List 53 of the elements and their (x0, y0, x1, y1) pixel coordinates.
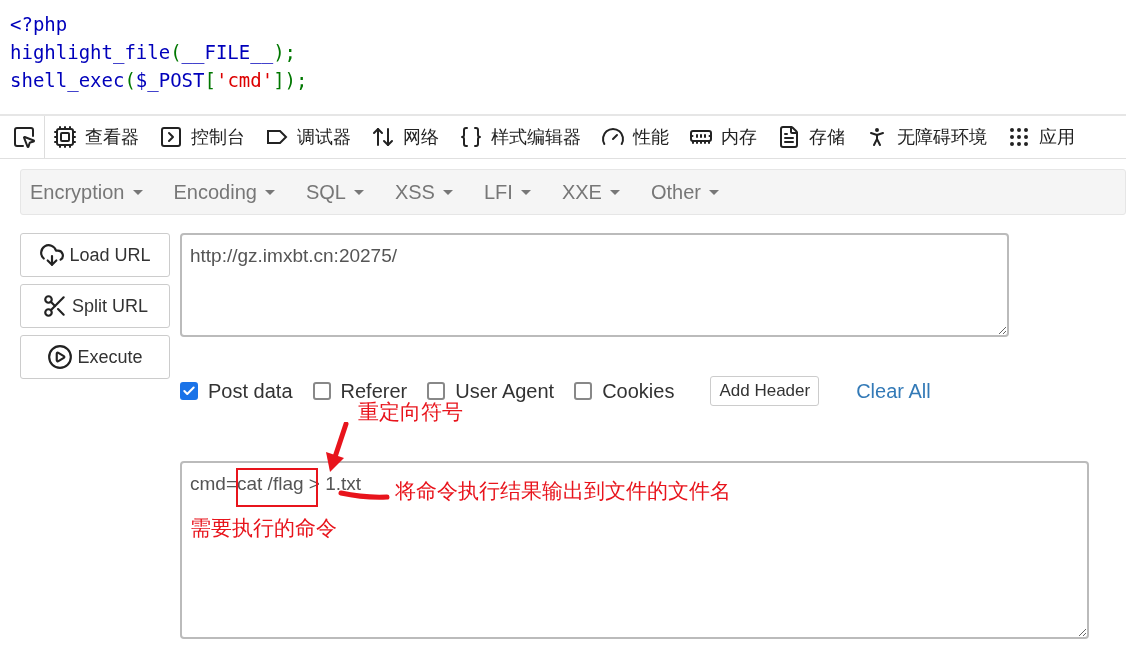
checkbox[interactable] (574, 382, 593, 400)
caret-icon (442, 189, 453, 195)
add-header-button[interactable]: Add Header (710, 376, 820, 406)
arrows-icon (371, 125, 395, 149)
action-button[interactable]: Load URL (20, 233, 170, 277)
dropdown-menu[interactable]: XXE (561, 180, 620, 204)
caret-icon (264, 189, 275, 195)
checkbox[interactable] (427, 382, 446, 400)
braces-icon (459, 125, 483, 149)
checkbox[interactable] (312, 382, 331, 400)
check-icon (182, 384, 196, 398)
action-button[interactable]: Split URL (20, 284, 170, 328)
devtools-tab[interactable]: 调试器 (259, 116, 363, 158)
grid-icon (1007, 125, 1031, 149)
devtools-tab[interactable]: 性能 (595, 116, 681, 158)
document-icon (777, 125, 801, 149)
option-checkbox[interactable]: Cookies (574, 379, 675, 403)
dropdown-menu[interactable]: Encoding (173, 180, 275, 204)
chip-icon (53, 125, 77, 149)
dropdown-menu[interactable]: LFI (483, 180, 531, 204)
caret-icon (609, 189, 620, 195)
devtools-tab[interactable]: 控制台 (153, 116, 257, 158)
scissors-icon (42, 293, 68, 319)
code-line: shell_exec($_POST['cmd']); (10, 68, 309, 94)
cloud-download-icon (39, 242, 66, 268)
code-line: <?php (10, 12, 69, 37)
underline-mark (338, 489, 390, 501)
console-icon (159, 125, 183, 149)
annotation-text: 需要执行的命令 (190, 515, 337, 542)
option-checkbox[interactable]: Post data (180, 379, 293, 403)
devtools-tab[interactable]: 无障碍环境 (859, 116, 999, 158)
caret-icon (708, 189, 719, 195)
annotation-text: 将命令执行结果输出到文件的文件名 (395, 478, 731, 505)
dropdown-menu[interactable]: Other (650, 180, 719, 204)
dropdown-menu[interactable]: SQL (305, 180, 364, 204)
devtools-tab[interactable]: 内存 (683, 116, 769, 158)
action-button[interactable]: Execute (20, 335, 170, 379)
caret-icon (520, 189, 531, 195)
devtools-tab[interactable]: 应用 (1001, 116, 1087, 158)
dropdown-menu[interactable]: Encryption (30, 180, 143, 204)
picker-icon[interactable] (12, 125, 36, 149)
devtools-tab[interactable]: 查看器 (47, 116, 151, 158)
devtools-tab[interactable]: 网络 (365, 116, 451, 158)
caret-icon (353, 189, 364, 195)
caret-icon (132, 189, 143, 195)
dropdown-menu[interactable]: XSS (394, 180, 453, 204)
code-line: highlight_file(__FILE__); (10, 40, 298, 66)
devtools-tab[interactable]: 样式编辑器 (453, 116, 593, 158)
devtools-tab[interactable]: 存储 (771, 116, 857, 158)
clear-all-link[interactable]: Clear All (856, 379, 931, 403)
checkbox[interactable] (180, 382, 198, 400)
url-field[interactable]: http://gz.imxbt.cn:20275/ (180, 233, 1009, 337)
play-icon (47, 344, 74, 370)
